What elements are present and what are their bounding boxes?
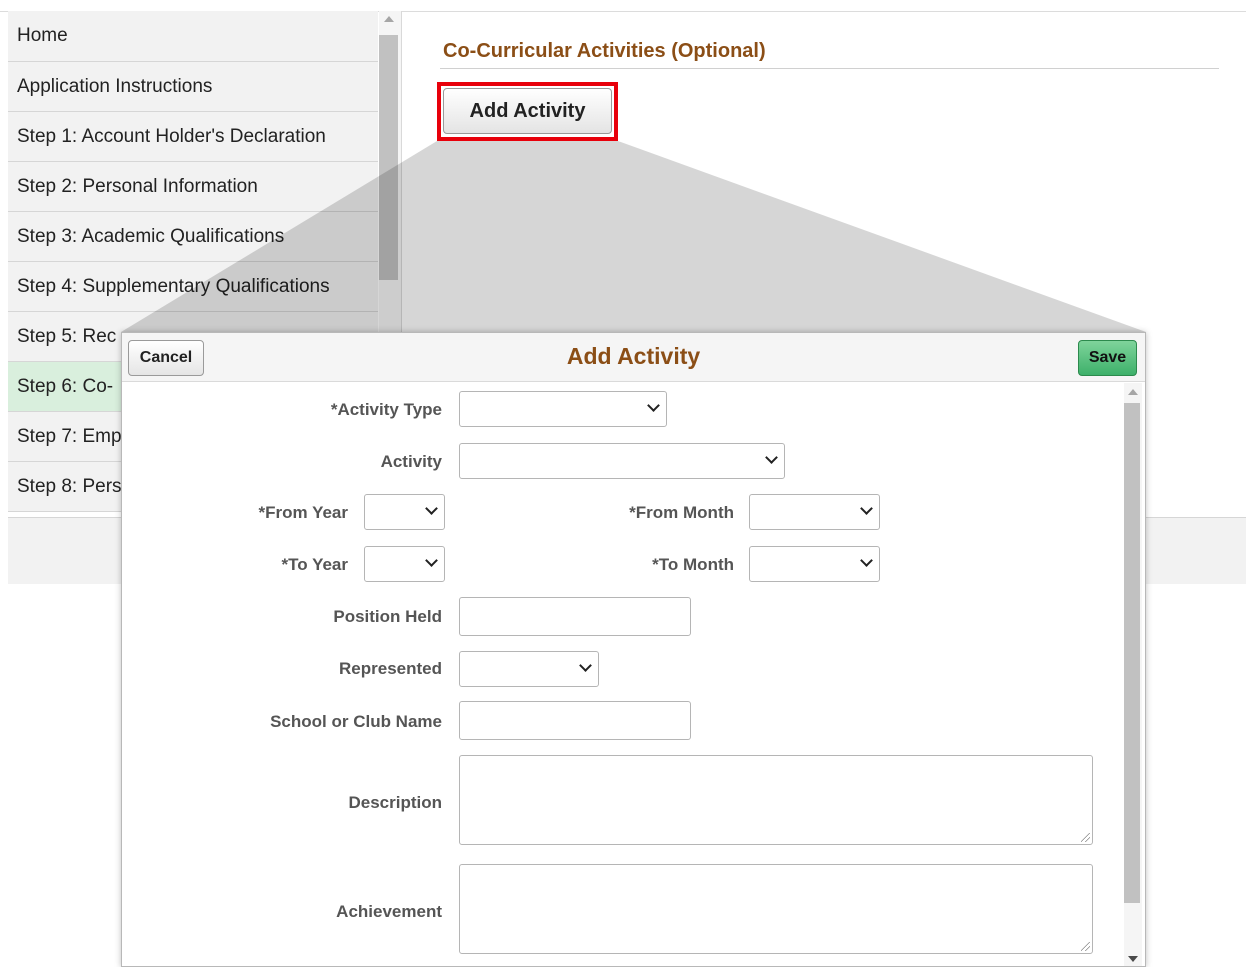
activity-type-label: *Activity Type (330, 400, 442, 419)
description-textarea[interactable] (459, 755, 1093, 845)
modal-scroll-thumb[interactable] (1124, 403, 1140, 903)
highlight-box (437, 82, 618, 141)
scroll-up-arrow-icon[interactable] (384, 16, 394, 22)
modal-header: Cancel Add Activity Save (122, 333, 1145, 382)
description-label: Description (348, 793, 442, 812)
chevron-down-icon (860, 502, 873, 515)
modal-title: Add Activity (566, 343, 701, 369)
achievement-textarea[interactable] (459, 864, 1093, 954)
activity-label: Activity (380, 452, 442, 471)
sidebar-item-label: Step 5: Rec (17, 325, 117, 347)
resize-grip-icon[interactable] (1081, 833, 1090, 842)
chevron-down-icon (425, 554, 438, 567)
represented-label: Represented (339, 659, 442, 678)
school-or-club-name-label: School or Club Name (270, 712, 442, 731)
to-year-select[interactable] (364, 546, 445, 582)
sidebar-item-label: Step 4: Supplementary Qualifications (17, 275, 330, 297)
from-year-select[interactable] (364, 494, 445, 530)
sidebar-item-label: Step 2: Personal Information (17, 175, 258, 197)
sidebar-item-step-1[interactable]: Step 1: Account Holder's Declaration (8, 112, 378, 162)
achievement-label: Achievement (336, 902, 442, 921)
scroll-down-arrow-icon[interactable] (1128, 956, 1138, 962)
to-month-select[interactable] (749, 546, 880, 582)
save-button[interactable]: Save (1078, 340, 1137, 376)
represented-select[interactable] (459, 651, 599, 687)
chevron-down-icon (647, 399, 660, 412)
section-title: Co-Curricular Activities (Optional) (443, 40, 766, 62)
chevron-down-icon (765, 451, 778, 464)
sidebar-item-step-4[interactable]: Step 4: Supplementary Qualifications (8, 262, 378, 312)
resize-grip-icon[interactable] (1081, 942, 1090, 951)
page-footer-bar (1146, 517, 1246, 584)
school-or-club-name-input[interactable] (459, 701, 691, 740)
sidebar-item-label: Home (17, 25, 68, 46)
activity-type-select[interactable] (459, 391, 667, 427)
add-activity-modal: Cancel Add Activity Save *Activity Type … (121, 332, 1146, 967)
from-year-label: *From Year (258, 503, 348, 522)
sidebar-item-step-2[interactable]: Step 2: Personal Information (8, 162, 378, 212)
scroll-up-arrow-icon[interactable] (1128, 389, 1138, 395)
sidebar-item-label: Step 7: Emp (17, 425, 122, 447)
modal-scrollbar[interactable] (1124, 383, 1142, 966)
sidebar-item-label: Application Instructions (17, 75, 213, 97)
to-month-label: *To Month (652, 555, 734, 574)
position-held-label: Position Held (333, 607, 442, 626)
section-divider (440, 68, 1219, 69)
chevron-down-icon (579, 659, 592, 672)
sidebar-item-home[interactable]: Home (8, 11, 378, 62)
chevron-down-icon (425, 502, 438, 515)
to-year-label: *To Year (281, 555, 348, 574)
activity-select[interactable] (459, 443, 785, 479)
sidebar-scroll-thumb[interactable] (379, 35, 398, 280)
sidebar-item-label: Step 3: Academic Qualifications (17, 225, 285, 247)
sidebar-item-label: Step 6: Co- (17, 375, 114, 397)
position-held-input[interactable] (459, 597, 691, 636)
chevron-down-icon (860, 554, 873, 567)
sidebar-item-step-3[interactable]: Step 3: Academic Qualifications (8, 212, 378, 262)
sidebar-item-label: Step 1: Account Holder's Declaration (17, 125, 326, 147)
sidebar-item-label: Step 8: Pers (17, 475, 122, 497)
from-month-select[interactable] (749, 494, 880, 530)
sidebar-item-application-instructions[interactable]: Application Instructions (8, 62, 378, 112)
from-month-label: *From Month (629, 503, 734, 522)
